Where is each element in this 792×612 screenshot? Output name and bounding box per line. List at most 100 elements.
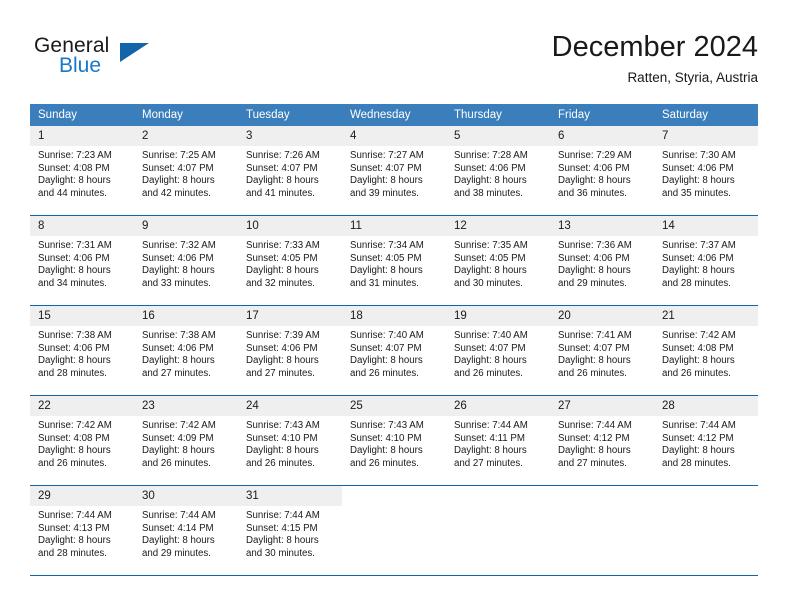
day-number: 5	[446, 126, 550, 146]
day-details: Sunrise: 7:34 AM Sunset: 4:05 PM Daylight:…	[342, 236, 446, 290]
day-number: 8	[30, 216, 134, 236]
sunset-time: Sunset: 4:06 PM	[558, 252, 630, 264]
day-number: 18	[342, 306, 446, 326]
sunset-time: Sunset: 4:05 PM	[454, 252, 526, 264]
daylight-duration-line2: and 33 minutes.	[142, 277, 211, 289]
calendar-day-cell[interactable]: 30 Sunrise: 7:44 AM Sunset: 4:14 PM Dayligh…	[134, 485, 238, 575]
calendar-day-cell[interactable]: 13 Sunrise: 7:36 AM Sunset: 4:06 PM Dayligh…	[550, 215, 654, 306]
sunrise-time: Sunrise: 7:26 AM	[246, 150, 320, 161]
day-details: Sunrise: 7:37 AM Sunset: 4:06 PM Daylight:…	[654, 236, 758, 290]
daylight-duration-line1: Daylight: 8 hours	[662, 445, 735, 457]
daylight-duration-line1: Daylight: 8 hours	[142, 175, 215, 187]
calendar-page: General Blue December 2024 Ratten, Styri…	[0, 0, 792, 612]
calendar-day-cell[interactable]: 7 Sunrise: 7:30 AM Sunset: 4:06 PM Daylight…	[654, 126, 758, 216]
daylight-duration-line1: Daylight: 8 hours	[662, 265, 735, 277]
sunset-time: Sunset: 4:08 PM	[38, 162, 110, 174]
calendar-day-cell[interactable]: 23 Sunrise: 7:42 AM Sunset: 4:09 PM Dayligh…	[134, 395, 238, 486]
calendar-day-cell[interactable]: 28 Sunrise: 7:44 AM Sunset: 4:12 PM Dayligh…	[654, 395, 758, 486]
daylight-duration-line2: and 35 minutes.	[662, 187, 731, 199]
sunset-time: Sunset: 4:08 PM	[662, 342, 734, 354]
day-number: 1	[30, 126, 134, 146]
calendar-day-cell[interactable]: 20 Sunrise: 7:41 AM Sunset: 4:07 PM Dayligh…	[550, 305, 654, 396]
calendar-day-cell[interactable]: 1 Sunrise: 7:23 AM Sunset: 4:08 PM Daylight…	[30, 126, 134, 216]
sunset-time: Sunset: 4:15 PM	[246, 522, 318, 534]
calendar-day-cell[interactable]: 27 Sunrise: 7:44 AM Sunset: 4:12 PM Dayligh…	[550, 395, 654, 486]
calendar-day-cell[interactable]: 22 Sunrise: 7:42 AM Sunset: 4:08 PM Dayligh…	[30, 395, 134, 486]
generalblue-logo[interactable]: General Blue	[34, 34, 204, 82]
daylight-duration-line1: Daylight: 8 hours	[246, 445, 319, 457]
sunrise-time: Sunrise: 7:42 AM	[142, 420, 216, 431]
calendar-day-cell[interactable]: 17 Sunrise: 7:39 AM Sunset: 4:06 PM Dayligh…	[238, 305, 342, 396]
calendar-day-cell[interactable]: 26 Sunrise: 7:44 AM Sunset: 4:11 PM Dayligh…	[446, 395, 550, 486]
daylight-duration-line2: and 38 minutes.	[454, 187, 523, 199]
day-details: Sunrise: 7:42 AM Sunset: 4:08 PM Daylight:…	[654, 326, 758, 380]
day-number: 15	[30, 306, 134, 326]
daylight-duration-line1: Daylight: 8 hours	[38, 445, 111, 457]
calendar-day-cell[interactable]: 21 Sunrise: 7:42 AM Sunset: 4:08 PM Dayligh…	[654, 305, 758, 396]
day-details: Sunrise: 7:31 AM Sunset: 4:06 PM Daylight:…	[30, 236, 134, 290]
daylight-duration-line1: Daylight: 8 hours	[38, 175, 111, 187]
page-title: December 2024	[551, 31, 758, 63]
daylight-duration-line2: and 28 minutes.	[662, 277, 731, 289]
daylight-duration-line2: and 30 minutes.	[454, 277, 523, 289]
sunrise-time: Sunrise: 7:40 AM	[454, 330, 528, 341]
sunrise-time: Sunrise: 7:34 AM	[350, 240, 424, 251]
sunrise-time: Sunrise: 7:37 AM	[662, 240, 736, 251]
weekday-header-thursday: Thursday	[446, 104, 550, 126]
daylight-duration-line2: and 26 minutes.	[142, 457, 211, 469]
daylight-duration-line1: Daylight: 8 hours	[38, 265, 111, 277]
calendar-day-cell[interactable]: 24 Sunrise: 7:43 AM Sunset: 4:10 PM Dayligh…	[238, 395, 342, 486]
daylight-duration-line1: Daylight: 8 hours	[558, 445, 631, 457]
calendar-day-cell[interactable]: 4 Sunrise: 7:27 AM Sunset: 4:07 PM Daylight…	[342, 126, 446, 216]
calendar-day-cell[interactable]: 9 Sunrise: 7:32 AM Sunset: 4:06 PM Daylight…	[134, 215, 238, 306]
daylight-duration-line1: Daylight: 8 hours	[246, 265, 319, 277]
day-details: Sunrise: 7:41 AM Sunset: 4:07 PM Daylight:…	[550, 326, 654, 380]
calendar-day-cell[interactable]: 16 Sunrise: 7:38 AM Sunset: 4:06 PM Dayligh…	[134, 305, 238, 396]
daylight-duration-line1: Daylight: 8 hours	[142, 265, 215, 277]
calendar-day-cell[interactable]: 25 Sunrise: 7:43 AM Sunset: 4:10 PM Dayligh…	[342, 395, 446, 486]
calendar-day-cell[interactable]: 12 Sunrise: 7:35 AM Sunset: 4:05 PM Dayligh…	[446, 215, 550, 306]
daylight-duration-line1: Daylight: 8 hours	[454, 175, 527, 187]
daylight-duration-line1: Daylight: 8 hours	[38, 535, 111, 547]
calendar-day-cell[interactable]: 11 Sunrise: 7:34 AM Sunset: 4:05 PM Dayligh…	[342, 215, 446, 306]
day-number: 12	[446, 216, 550, 236]
calendar-day-cell[interactable]: 10 Sunrise: 7:33 AM Sunset: 4:05 PM Dayligh…	[238, 215, 342, 306]
daylight-duration-line1: Daylight: 8 hours	[454, 265, 527, 277]
day-number: 25	[342, 396, 446, 416]
calendar-day-cell[interactable]: 19 Sunrise: 7:40 AM Sunset: 4:07 PM Dayligh…	[446, 305, 550, 396]
sunset-time: Sunset: 4:05 PM	[350, 252, 422, 264]
daylight-duration-line1: Daylight: 8 hours	[454, 355, 527, 367]
calendar-day-cell-empty	[342, 485, 446, 575]
daylight-duration-line1: Daylight: 8 hours	[454, 445, 527, 457]
day-number: 22	[30, 396, 134, 416]
calendar-day-cell[interactable]: 14 Sunrise: 7:37 AM Sunset: 4:06 PM Dayligh…	[654, 215, 758, 306]
day-number	[342, 486, 446, 506]
daylight-duration-line1: Daylight: 8 hours	[662, 355, 735, 367]
day-details: Sunrise: 7:35 AM Sunset: 4:05 PM Daylight:…	[446, 236, 550, 290]
daylight-duration-line2: and 28 minutes.	[662, 457, 731, 469]
calendar-day-cell[interactable]: 31 Sunrise: 7:44 AM Sunset: 4:15 PM Dayligh…	[238, 485, 342, 575]
sunset-time: Sunset: 4:13 PM	[38, 522, 110, 534]
calendar-day-cell[interactable]: 8 Sunrise: 7:31 AM Sunset: 4:06 PM Daylight…	[30, 215, 134, 306]
calendar-body: 1 Sunrise: 7:23 AM Sunset: 4:08 PM Daylight…	[30, 126, 758, 575]
sunrise-time: Sunrise: 7:42 AM	[662, 330, 736, 341]
calendar-day-cell[interactable]: 5 Sunrise: 7:28 AM Sunset: 4:06 PM Daylight…	[446, 126, 550, 216]
calendar-day-cell-empty	[550, 485, 654, 575]
daylight-duration-line1: Daylight: 8 hours	[558, 175, 631, 187]
day-details: Sunrise: 7:30 AM Sunset: 4:06 PM Daylight:…	[654, 146, 758, 200]
calendar-day-cell[interactable]: 15 Sunrise: 7:38 AM Sunset: 4:06 PM Dayligh…	[30, 305, 134, 396]
calendar-day-cell[interactable]: 6 Sunrise: 7:29 AM Sunset: 4:06 PM Daylight…	[550, 126, 654, 216]
calendar-day-cell[interactable]: 18 Sunrise: 7:40 AM Sunset: 4:07 PM Dayligh…	[342, 305, 446, 396]
day-number	[550, 486, 654, 506]
calendar-day-cell[interactable]: 3 Sunrise: 7:26 AM Sunset: 4:07 PM Daylight…	[238, 126, 342, 216]
calendar-day-cell[interactable]: 29 Sunrise: 7:44 AM Sunset: 4:13 PM Dayligh…	[30, 485, 134, 575]
day-number: 23	[134, 396, 238, 416]
day-details: Sunrise: 7:23 AM Sunset: 4:08 PM Daylight:…	[30, 146, 134, 200]
day-details: Sunrise: 7:42 AM Sunset: 4:08 PM Daylight:…	[30, 416, 134, 470]
logo-triangle-icon	[120, 43, 149, 62]
sunrise-time: Sunrise: 7:31 AM	[38, 240, 112, 251]
day-number: 27	[550, 396, 654, 416]
daylight-duration-line1: Daylight: 8 hours	[142, 535, 215, 547]
weekday-header-friday: Friday	[550, 104, 654, 126]
calendar-day-cell[interactable]: 2 Sunrise: 7:25 AM Sunset: 4:07 PM Daylight…	[134, 126, 238, 216]
